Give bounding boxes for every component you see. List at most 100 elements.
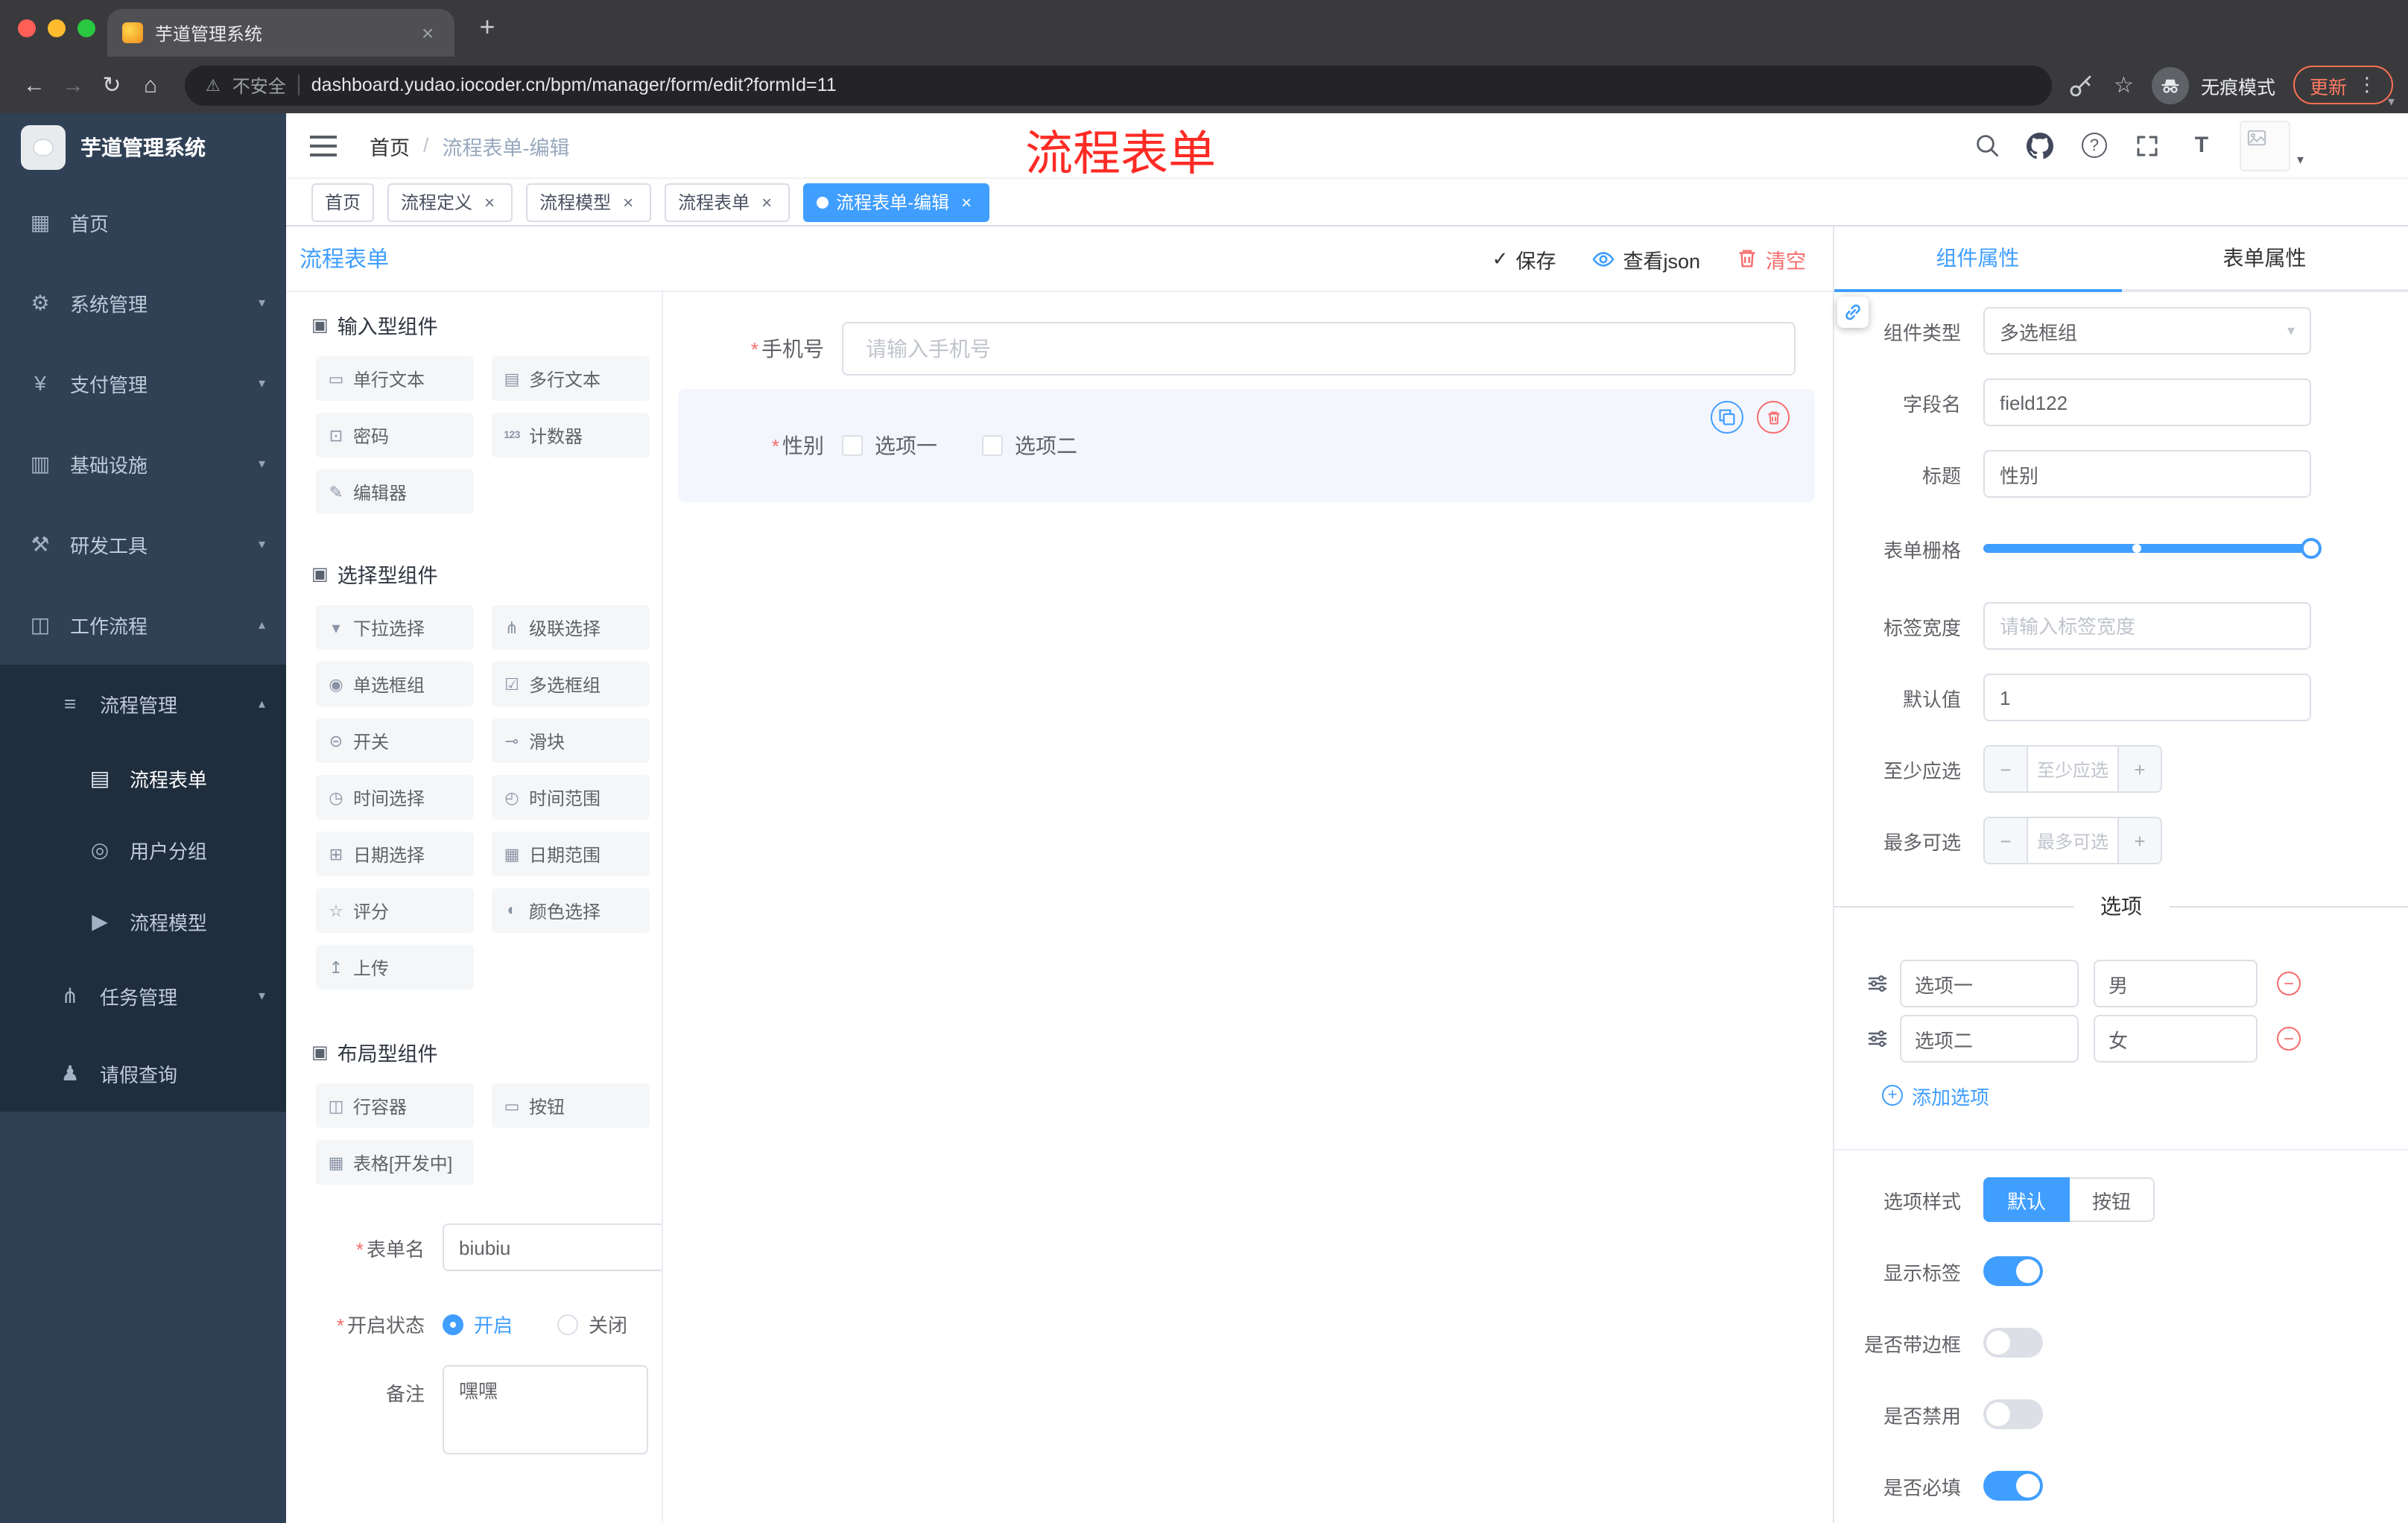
tag-process-form[interactable]: 流程表单 × <box>665 183 790 221</box>
palette-item-select[interactable]: ▾ 下拉选择 <box>316 605 474 650</box>
search-icon[interactable] <box>1972 130 2002 160</box>
option-2-label-input[interactable] <box>1900 1015 2079 1063</box>
tab-form-props[interactable]: 表单属性 <box>2121 227 2408 289</box>
sidebar-item-workflow[interactable]: ◫ 工作流程 ▴ <box>0 584 286 665</box>
password-key-icon[interactable] <box>2066 70 2096 100</box>
browser-update-button[interactable]: 更新 ⋮ <box>2293 66 2393 104</box>
increase-button[interactable]: + <box>2117 747 2161 791</box>
tag-close-icon[interactable]: × <box>618 191 638 212</box>
option-2-value-input[interactable] <box>2094 1015 2258 1063</box>
tag-close-icon[interactable]: × <box>480 191 499 212</box>
palette-item-button[interactable]: ▭ 按钮 <box>492 1083 650 1128</box>
sidebar-item-process-form[interactable]: ▤ 流程表单 <box>0 742 286 814</box>
decrease-button[interactable]: − <box>1985 818 2028 863</box>
slider-handle[interactable] <box>2301 538 2322 559</box>
user-menu[interactable]: ▾ <box>2240 120 2304 171</box>
palette-item-cascader[interactable]: ⋔ 级联选择 <box>492 605 650 650</box>
phone-field[interactable]: * 手机号 <box>678 322 1796 376</box>
tag-close-icon[interactable]: × <box>757 191 776 212</box>
sidebar-item-infrastructure[interactable]: ▥ 基础设施 ▾ <box>0 423 286 504</box>
address-bar[interactable]: ⚠ 不安全 dashboard.yudao.iocoder.cn/bpm/man… <box>185 65 2052 105</box>
palette-item-editor[interactable]: ✎ 编辑器 <box>316 469 474 514</box>
form-name-input[interactable] <box>443 1223 662 1271</box>
palette-item-rate[interactable]: ☆ 评分 <box>316 888 474 933</box>
clear-button[interactable]: 清空 <box>1736 244 1806 273</box>
component-type-select[interactable]: 多选框组 ▾ <box>1983 307 2311 355</box>
label-width-input[interactable] <box>1983 602 2311 650</box>
save-button[interactable]: ✓ 保存 <box>1492 244 1556 273</box>
sidebar-item-leave-query[interactable]: ♟ 请假查询 <box>0 1034 286 1112</box>
show-label-toggle[interactable] <box>1983 1256 2043 1286</box>
palette-item-textarea[interactable]: ▤ 多行文本 <box>492 356 650 401</box>
field-name-input[interactable] <box>1983 379 2311 426</box>
forward-button[interactable]: → <box>54 66 92 104</box>
palette-item-slider[interactable]: ⊸ 滑块 <box>492 718 650 763</box>
form-grid-slider[interactable] <box>1983 525 2322 572</box>
tag-process-model[interactable]: 流程模型 × <box>526 183 652 221</box>
tag-process-form-edit[interactable]: 流程表单-编辑 × <box>803 183 990 221</box>
sidebar-item-system[interactable]: ⚙ 系统管理 ▾ <box>0 262 286 343</box>
reload-button[interactable]: ↻ <box>92 66 131 104</box>
decrease-button[interactable]: − <box>1985 747 2028 791</box>
slider-track[interactable] <box>1983 538 2322 559</box>
tag-close-icon[interactable]: × <box>957 191 976 212</box>
max-select-value[interactable]: 最多可选 <box>2028 818 2117 863</box>
title-input[interactable] <box>1983 450 2311 498</box>
phone-input[interactable] <box>842 322 1796 376</box>
add-option-button[interactable]: + 添加选项 <box>1882 1080 2408 1110</box>
browser-tab[interactable]: 芋道管理系统 × <box>107 9 454 57</box>
window-close-button[interactable] <box>18 19 36 37</box>
sidebar-item-task-management[interactable]: ⋔ 任务管理 ▾ <box>0 957 286 1034</box>
disabled-toggle[interactable] <box>1983 1399 2043 1429</box>
tag-process-definition[interactable]: 流程定义 × <box>387 183 513 221</box>
tab-component-props[interactable]: 组件属性 <box>1834 227 2121 292</box>
security-warning-icon[interactable]: ⚠ <box>206 75 221 95</box>
palette-item-table[interactable]: ▦ 表格[开发中] <box>316 1140 474 1185</box>
gender-field-selected[interactable]: * 性别 选项一 选项二 <box>678 389 1815 502</box>
new-tab-button[interactable]: + <box>471 12 504 43</box>
status-on-radio[interactable]: 开启 <box>443 1310 513 1338</box>
chrome-caret-icon[interactable]: ▾ <box>2388 94 2395 110</box>
palette-item-time-range-picker[interactable]: ◴ 时间范围 <box>492 775 650 820</box>
font-size-icon[interactable]: T <box>2187 130 2217 160</box>
default-value-input[interactable] <box>1983 674 2311 721</box>
incognito-badge[interactable]: 无痕模式 <box>2151 66 2275 104</box>
copy-component-button[interactable] <box>1711 401 1743 434</box>
view-json-button[interactable]: 查看json <box>1591 244 1700 273</box>
option-1-label-input[interactable] <box>1900 960 2079 1007</box>
window-minimize-button[interactable] <box>48 19 66 37</box>
palette-item-counter[interactable]: 123 计数器 <box>492 413 650 457</box>
palette-item-switch[interactable]: ⊝ 开关 <box>316 718 474 763</box>
min-select-value[interactable]: 至少应选 <box>2028 747 2117 791</box>
palette-item-color-picker[interactable]: ◐ 颜色选择 <box>492 888 650 933</box>
gender-option-1-checkbox[interactable]: 选项一 <box>842 431 937 460</box>
sidebar-item-devtools[interactable]: ⚒ 研发工具 ▾ <box>0 504 286 584</box>
palette-item-upload[interactable]: ↥ 上传 <box>316 945 474 990</box>
breadcrumb-home[interactable]: 首页 <box>370 130 410 160</box>
sidebar-item-process-management[interactable]: ≡ 流程管理 ▴ <box>0 665 286 742</box>
drag-handle-icon[interactable] <box>1867 973 1888 994</box>
palette-item-single-line-text[interactable]: ▭ 单行文本 <box>316 356 474 401</box>
form-canvas[interactable]: *手机号 *性别 <box>663 292 1833 1523</box>
form-remark-textarea[interactable]: 嘿嘿 <box>443 1365 648 1454</box>
increase-button[interactable]: + <box>2117 818 2161 863</box>
delete-component-button[interactable] <box>1757 401 1790 434</box>
tag-home[interactable]: 首页 <box>311 183 375 221</box>
sidebar-item-user-group[interactable]: ◎ 用户分组 <box>0 814 286 885</box>
gender-option-2-checkbox[interactable]: 选项二 <box>982 431 1077 460</box>
palette-item-password[interactable]: ⊡ 密码 <box>316 413 474 457</box>
github-icon[interactable] <box>2026 130 2056 160</box>
border-toggle[interactable] <box>1983 1328 2043 1358</box>
sidebar-item-process-model[interactable]: ▶ 流程模型 <box>0 885 286 957</box>
remove-option-icon[interactable]: − <box>2277 972 2301 995</box>
fullscreen-icon[interactable] <box>2133 130 2163 160</box>
help-icon[interactable]: ? <box>2079 130 2109 160</box>
palette-item-date-picker[interactable]: ⊞ 日期选择 <box>316 832 474 876</box>
palette-item-time-picker[interactable]: ◷ 时间选择 <box>316 775 474 820</box>
remove-option-icon[interactable]: − <box>2277 1027 2301 1051</box>
browser-menu-icon[interactable]: ⋮ <box>2357 73 2377 97</box>
drag-handle-icon[interactable] <box>1867 1028 1888 1049</box>
window-zoom-button[interactable] <box>77 19 95 37</box>
required-toggle[interactable] <box>1983 1471 2043 1501</box>
option-1-value-input[interactable] <box>2094 960 2258 1007</box>
